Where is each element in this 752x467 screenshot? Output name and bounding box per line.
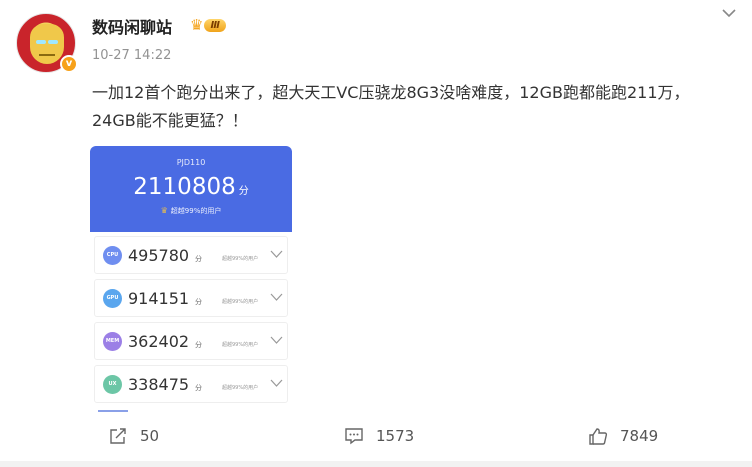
total-score-panel: PJD110 2110808 分 ♛ 超越99%的用户 [90,146,292,232]
row-unit: 分 [195,255,202,263]
chevron-down-icon[interactable] [720,6,738,20]
verified-badge: v [60,55,78,73]
score-row-gpu: GPU 914151 分 超越99%的用户 [94,279,288,317]
crown-icon: ♛ [160,206,168,215]
row-unit: 分 [195,298,202,306]
device-model: PJD110 [176,158,206,167]
ironman-mask [30,24,64,64]
chevron-down-icon [270,336,283,344]
total-score: 2110808 分 [133,174,249,200]
share-count: 50 [140,427,160,445]
share-button[interactable]: 50 [108,427,159,445]
benchmark-screenshot[interactable]: PJD110 2110808 分 ♛ 超越99%的用户 CPU 495780 分 超… [90,146,292,414]
score-row-cpu: CPU 495780 分 超越99%的用户 [94,236,288,274]
row-rank: 超越99%的用户 [222,342,259,348]
row-unit: 分 [195,384,202,392]
like-count: 7849 [620,427,659,445]
member-level-badge[interactable]: ♛ Ⅲ [190,16,226,34]
action-bar: 50 1573 7849 [0,418,752,458]
row-rank: 超越99%的用户 [222,256,259,262]
row-unit: 分 [195,341,202,349]
row-score: 914151 [128,289,190,308]
gpu-chip: GPU [103,289,122,308]
mem-chip: MEM [103,332,122,351]
cpu-chip: CPU [103,246,122,265]
level-label: Ⅲ [204,18,226,32]
row-score: 338475 [128,375,190,394]
card-footer-line [98,410,128,412]
feed-divider [0,461,752,467]
score-row-ux: UX 338475 分 超越99%的用户 [94,365,288,403]
comment-count: 1573 [376,427,415,445]
post-text: 一加12首个跑分出来了，超大天工VC压骁龙8G3没啥难度，12GB跑都能跑211… [92,83,690,130]
comment-icon [345,428,363,445]
share-icon [110,428,126,444]
score-row-mem: MEM 362402 分 超越99%的用户 [94,322,288,360]
row-rank: 超越99%的用户 [222,385,259,391]
crown-icon: ♛ [190,16,204,34]
author-name[interactable]: 数码闲聊站 [92,14,172,38]
chevron-down-icon [270,250,283,258]
like-button[interactable]: 7849 [588,427,658,445]
chevron-down-icon [270,379,283,387]
like-icon [589,428,608,445]
row-score: 362402 [128,332,190,351]
post-timestamp[interactable]: 10-27 14:22 [92,48,171,63]
ux-chip: UX [103,375,122,394]
comment-button[interactable]: 1573 [344,427,414,445]
total-rank: ♛ 超越99%的用户 [160,206,222,215]
row-score: 495780 [128,246,190,265]
chevron-down-icon [270,293,283,301]
row-rank: 超越99%的用户 [222,299,259,305]
